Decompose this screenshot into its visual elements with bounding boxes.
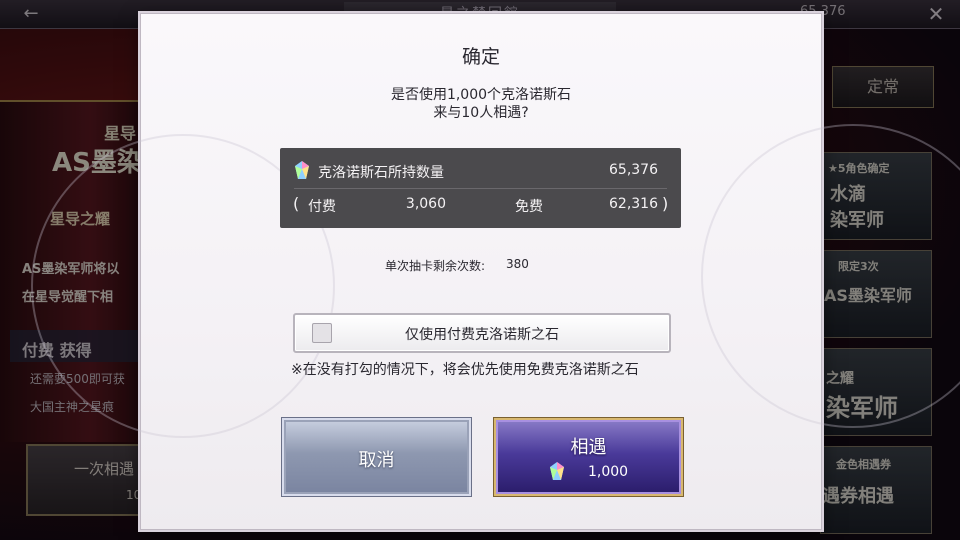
crystal-icon	[295, 161, 309, 179]
encounter-cost: 1,000	[588, 464, 629, 480]
stone-count-label: 克洛诺斯石所持数量	[318, 165, 444, 181]
encounter-label: 相遇	[570, 437, 607, 458]
cancel-button[interactable]: 取消	[282, 418, 471, 496]
crystal-icon	[550, 462, 564, 480]
decoration-circle-right	[701, 124, 960, 428]
paid-only-option[interactable]: 仅使用付费克洛诺斯之石	[293, 313, 671, 353]
question-line1: 是否使用1,000个克洛诺斯石	[390, 87, 572, 103]
left-paren: (	[293, 194, 300, 213]
paid-value: 3,060	[405, 196, 446, 212]
free-label: 免费	[515, 199, 543, 215]
panel-divider	[294, 188, 667, 189]
stone-panel: 克洛诺斯石所持数量 65,376 ( 付费 3,060 免费 62,316 )	[280, 148, 681, 228]
dialog-title: 确定	[461, 46, 500, 68]
dialog-question: 是否使用1,000个克洛诺斯石 来与10人相遇?	[141, 86, 821, 122]
stone-total-value: 65,376	[609, 162, 658, 178]
cancel-label: 取消	[358, 450, 395, 471]
question-line2: 来与10人相遇?	[433, 105, 529, 121]
encounter-button[interactable]: 相遇 1,000	[494, 418, 683, 496]
confirm-dialog: 确定 是否使用1,000个克洛诺斯石 来与10人相遇? 克洛诺斯石所持数量 65…	[31, 13, 960, 530]
priority-note: ※在没有打勾的情况下，将会优先使用免费克洛诺斯之石	[291, 362, 639, 378]
remaining-value: 380	[506, 257, 529, 271]
paid-only-label: 仅使用付费克洛诺斯之石	[405, 327, 559, 343]
paid-label: 付费	[308, 199, 336, 215]
remaining-label: 单次抽卡剩余次数:	[385, 259, 486, 273]
right-paren: )	[662, 194, 669, 213]
free-value: 62,316	[609, 196, 658, 212]
